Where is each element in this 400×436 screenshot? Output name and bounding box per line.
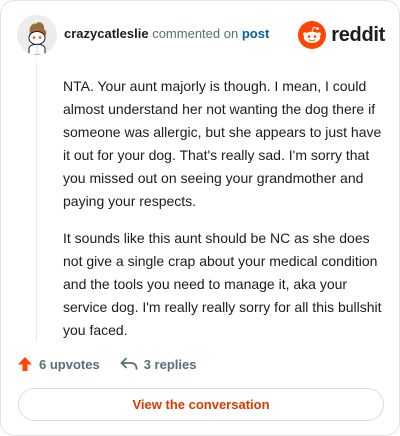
comment-paragraph: It sounds like this aunt should be NC as…	[63, 230, 382, 338]
replies-button[interactable]: 3 replies	[120, 356, 197, 372]
thread-line	[36, 63, 37, 341]
reply-arrow-icon	[120, 357, 138, 370]
comment-paragraph: NTA. Your aunt majorly is though. I mean…	[63, 78, 382, 209]
embedded-comment-card: crazycatleslie commented on post reddit …	[0, 0, 400, 436]
avatar-snoo-icon	[17, 15, 57, 55]
comment-header: crazycatleslie commented on post reddit	[17, 15, 385, 55]
view-conversation-button[interactable]: View the conversation	[18, 388, 384, 421]
reddit-brand[interactable]: reddit	[298, 20, 385, 50]
reply-count: 3 replies	[143, 356, 197, 372]
user-avatar[interactable]	[17, 15, 57, 55]
upvote-button[interactable]: 6 upvotes	[17, 356, 100, 372]
reddit-snoo-icon	[298, 21, 327, 49]
post-link[interactable]: post	[242, 26, 269, 41]
comment-body: NTA. Your aunt majorly is though. I mean…	[63, 75, 389, 356]
username-link[interactable]: crazycatleslie	[64, 26, 149, 41]
comment-byline: crazycatleslie commented on post	[64, 26, 269, 42]
action-text: commented on	[152, 26, 239, 41]
reddit-wordmark: reddit	[331, 23, 385, 46]
upvote-arrow-icon	[18, 357, 32, 371]
comment-footer: 6 upvotes 3 replies	[17, 353, 196, 375]
upvote-count: 6 upvotes	[39, 356, 100, 372]
